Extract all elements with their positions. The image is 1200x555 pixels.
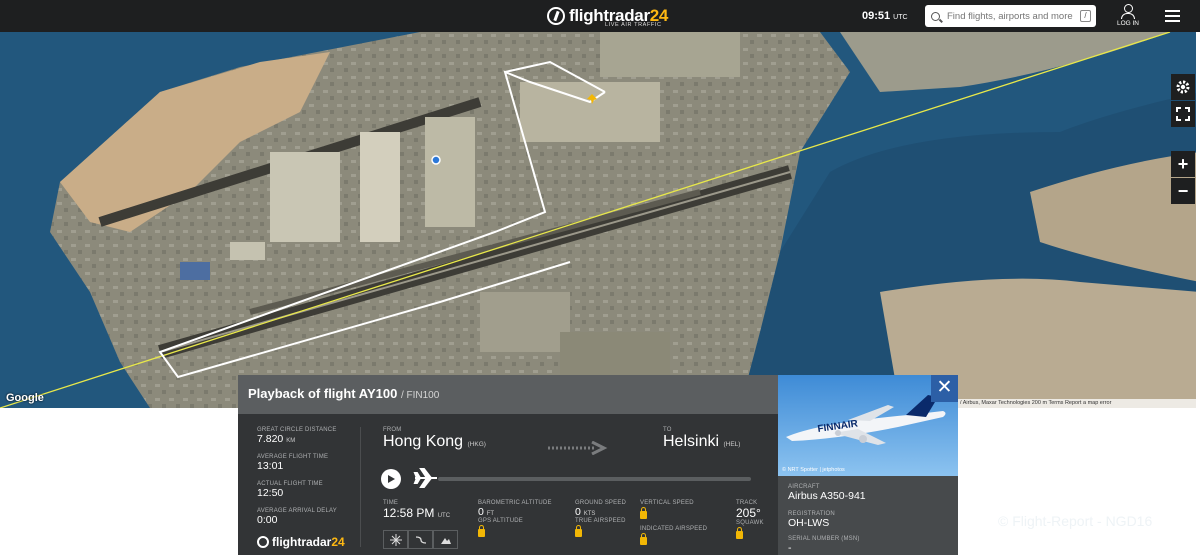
close-button[interactable]: ✕: [931, 375, 958, 402]
top-bar: flightradar24 LIVE AIR TRAFFIC 09:51 UTC …: [0, 0, 1200, 32]
view-route-button[interactable]: [408, 530, 433, 549]
settings-button[interactable]: [1171, 74, 1195, 100]
search-box[interactable]: /: [925, 5, 1096, 27]
destination-code: (HEL): [723, 441, 741, 448]
playback-panel: Playback of flight AY100 / FIN100 GREAT …: [238, 375, 778, 555]
logo-tagline: LIVE AIR TRAFFIC: [605, 22, 662, 28]
aircraft-card: FINNAIR © NRT Spotter | jetphotos ✕ AIRC…: [778, 375, 958, 555]
panel-footer-logo: flightradar24: [257, 535, 345, 549]
lock-icon: [575, 525, 582, 537]
login-label: LOG IN: [1116, 20, 1140, 27]
radar-icon: [257, 536, 269, 548]
baro-altitude-unit: FT: [486, 511, 495, 517]
fullscreen-button[interactable]: [1171, 101, 1195, 127]
lock-icon: [640, 507, 647, 519]
minus-icon: −: [1177, 180, 1189, 201]
view-map-button[interactable]: [383, 530, 408, 549]
route-icon: [415, 535, 426, 544]
map-imagery: [0, 32, 1200, 408]
avg-flight-time-value: 13:01: [257, 460, 284, 472]
panel-title: Playback of flight AY100: [248, 386, 398, 401]
clock-time: 09:51: [862, 10, 891, 22]
ground-speed-unit: KTS: [583, 511, 596, 517]
plus-icon: +: [1177, 153, 1189, 174]
search-icon: [931, 11, 940, 21]
panel-divider: [360, 427, 361, 547]
gcd-value: 7.820: [257, 433, 284, 445]
radar-icon: [547, 7, 565, 25]
user-icon-body: [1121, 13, 1135, 19]
time-value: 12:58 PM: [383, 506, 435, 520]
panel-callsign: / FIN100: [400, 390, 440, 401]
aircraft-value: Airbus A350-941: [788, 490, 866, 502]
watermark: © Flight-Report - NGD16: [998, 513, 1153, 529]
route-arrow-icon: [548, 440, 608, 456]
origin-code: (HKG): [467, 441, 486, 448]
panel-header: Playback of flight AY100 / FIN100: [238, 375, 778, 414]
app-root: flightradar24 LIVE AIR TRAFFIC 09:51 UTC …: [0, 0, 1200, 555]
gear-icon: [1176, 80, 1190, 94]
close-icon: ✕: [936, 377, 953, 398]
msn-label: SERIAL NUMBER (MSN): [788, 536, 860, 542]
squawk-label: SQUAWK: [736, 520, 764, 526]
gps-altitude-label: GPS ALTITUDE: [478, 518, 523, 524]
search-shortcut-badge: /: [1080, 10, 1091, 22]
hamburger-menu-icon[interactable]: [1165, 10, 1180, 25]
origin-city: Hong Kong: [383, 433, 464, 450]
vertical-speed-label: VERTICAL SPEED: [640, 500, 694, 506]
google-logo: Google: [6, 392, 44, 404]
airplane-icon: [413, 468, 437, 488]
track-value: 205°: [736, 506, 761, 520]
registration-value: OH-LWS: [788, 517, 830, 529]
baro-altitude-value: 0: [478, 506, 484, 518]
playback-timeline[interactable]: [438, 477, 751, 481]
zoom-in-button[interactable]: +: [1171, 151, 1195, 177]
lock-icon: [736, 527, 743, 539]
map-attribution[interactable]: / Airbus, Maxar Technologies 200 m Terms…: [958, 399, 1196, 408]
destination-city: Helsinki: [663, 433, 720, 450]
arrival-delay-value: 0:00: [257, 514, 278, 526]
lock-icon: [478, 525, 485, 537]
user-icon: [1123, 4, 1133, 13]
footer-logo-number: 24: [331, 535, 345, 549]
search-input[interactable]: [947, 10, 1075, 22]
ground-speed-value: 0: [575, 506, 581, 518]
footer-logo-text: flightradar: [272, 535, 332, 549]
indicated-airspeed-label: INDICATED AIRSPEED: [640, 526, 708, 532]
msn-value: -: [788, 542, 792, 554]
true-airspeed-label: TRUE AIRSPEED: [575, 518, 626, 524]
clock-zone: UTC: [893, 14, 908, 21]
satellite-map[interactable]: [0, 32, 1200, 408]
zoom-out-button[interactable]: −: [1171, 178, 1195, 204]
play-button[interactable]: [381, 469, 401, 489]
fullscreen-icon: [1176, 107, 1190, 121]
gcd-unit: KM: [286, 438, 296, 444]
login-button[interactable]: LOG IN: [1114, 3, 1142, 27]
fr24-logo[interactable]: flightradar24 LIVE AIR TRAFFIC: [547, 4, 668, 28]
radar-spread-icon: [389, 533, 402, 546]
lock-icon: [640, 533, 647, 545]
timeline-plane-handle[interactable]: [413, 467, 439, 489]
map-edge-strip: [1196, 32, 1200, 408]
time-unit: UTC: [437, 513, 451, 519]
actual-flight-time-value: 12:50: [257, 487, 284, 499]
photo-credit: © NRT Spotter | jetphotos: [782, 467, 845, 473]
view-3d-button[interactable]: [433, 530, 458, 549]
cockpit-icon: [440, 537, 451, 544]
utc-clock: 09:51 UTC: [862, 10, 908, 22]
play-icon: [388, 475, 395, 483]
